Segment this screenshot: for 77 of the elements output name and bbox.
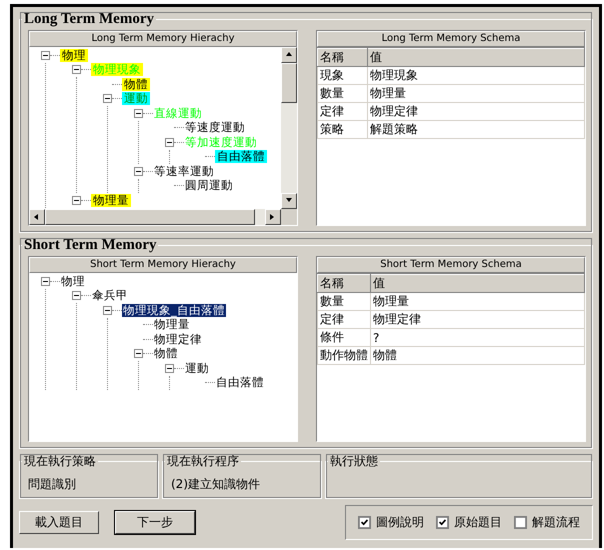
status-value: 問題識別	[28, 477, 76, 491]
collapse-icon[interactable]	[165, 364, 174, 373]
tree-node[interactable]: 等速率運動	[153, 164, 215, 178]
checkbox-label[interactable]: 解題流程	[532, 514, 580, 531]
tree-node[interactable]: 自由落體	[216, 150, 266, 164]
table-cell: 數量	[318, 84, 368, 102]
collapse-icon[interactable]	[72, 291, 81, 300]
tree-node[interactable]: 傘兵甲	[91, 289, 129, 302]
collapse-icon[interactable]	[134, 166, 143, 176]
collapse-icon[interactable]	[41, 276, 50, 286]
table-cell: 定律	[318, 102, 368, 120]
action-button[interactable]: 載入題目	[19, 511, 99, 534]
action-button[interactable]: 下一步	[115, 511, 195, 534]
table-cell: 條件	[318, 328, 370, 346]
tree-node[interactable]: 自由落體	[215, 376, 265, 390]
panel-header: Long Term Memory Schema	[317, 31, 585, 47]
table-cell: 定律	[318, 310, 370, 328]
horizontal-scrollbar[interactable]	[29, 209, 281, 225]
collapse-icon[interactable]	[72, 65, 81, 74]
checkbox[interactable]	[358, 516, 371, 529]
scroll-down-button[interactable]	[281, 193, 297, 209]
scroll-up-button[interactable]	[281, 47, 297, 63]
scrollbar-thumb[interactable]	[45, 209, 255, 225]
panel-header: Long Term Memory Hierachy	[29, 31, 297, 47]
table-cell: 物理定律	[368, 102, 584, 120]
column-header[interactable]: 名稱	[318, 274, 370, 292]
status-value: (2)建立知識物件	[171, 477, 260, 491]
group-title: Short Term Memory	[23, 237, 158, 254]
table-cell: 物體	[370, 346, 584, 364]
checkbox-label[interactable]: 圖例說明	[376, 514, 424, 531]
collapse-icon[interactable]	[103, 306, 112, 315]
table-cell: 動作物體	[318, 346, 370, 364]
tree-node[interactable]: 物理	[60, 274, 86, 288]
scroll-right-button[interactable]	[265, 209, 281, 225]
collapse-icon[interactable]	[134, 349, 143, 358]
group-title: 現在執行程序	[166, 453, 240, 470]
table-cell: 策略	[318, 120, 368, 138]
panel-header: Short Term Memory Hierachy	[29, 257, 297, 273]
table-cell: 數量	[318, 292, 370, 310]
table-cell: 解題策略	[368, 120, 584, 138]
collapse-icon[interactable]	[103, 94, 112, 104]
scrollbar-thumb[interactable]	[281, 63, 297, 103]
table-cell: 物理量	[368, 84, 584, 102]
checkbox[interactable]	[514, 516, 527, 529]
table-cell: 物理定律	[370, 310, 584, 328]
group-title: 執行狀態	[329, 453, 379, 470]
left-arrow-icon	[33, 213, 41, 221]
column-header[interactable]: 值	[370, 274, 584, 292]
collapse-icon[interactable]	[41, 50, 50, 60]
collapse-icon[interactable]	[134, 108, 143, 118]
column-header[interactable]: 值	[368, 48, 584, 66]
table-cell: 物理現象	[368, 66, 584, 84]
checkbox-label[interactable]: 原始題目	[454, 514, 502, 531]
panel-header: Short Term Memory Schema	[317, 257, 585, 273]
collapse-icon[interactable]	[165, 138, 174, 147]
tree-node[interactable]: 物理量	[92, 194, 130, 207]
tree-node[interactable]: 物體	[153, 347, 179, 360]
up-arrow-icon	[285, 51, 293, 59]
tree-node[interactable]: 物理現象_自由落體	[122, 304, 226, 317]
column-header[interactable]: 名稱	[318, 48, 368, 66]
vertical-scrollbar[interactable]	[281, 47, 297, 209]
tree-node[interactable]: 運動	[184, 362, 210, 375]
collapse-icon[interactable]	[72, 196, 81, 205]
tree-node[interactable]: 物理量	[153, 318, 191, 332]
tree-node[interactable]: 物理定律	[153, 332, 203, 346]
table-cell: 物理量	[370, 292, 584, 310]
group-title: Long Term Memory	[23, 11, 155, 28]
checkbox[interactable]	[436, 516, 449, 529]
tree-node[interactable]: 物理	[61, 48, 87, 62]
tree-node[interactable]: 等速度運動	[184, 121, 246, 134]
tree-node[interactable]: 圓周運動	[184, 179, 234, 192]
scrollbar-corner	[281, 209, 297, 225]
scroll-left-button[interactable]	[29, 209, 45, 225]
table-cell: 現象	[318, 66, 368, 84]
tree-node[interactable]: 物體	[123, 78, 149, 91]
group-title: 現在執行策略	[23, 453, 97, 470]
table-cell: ?	[370, 328, 584, 346]
